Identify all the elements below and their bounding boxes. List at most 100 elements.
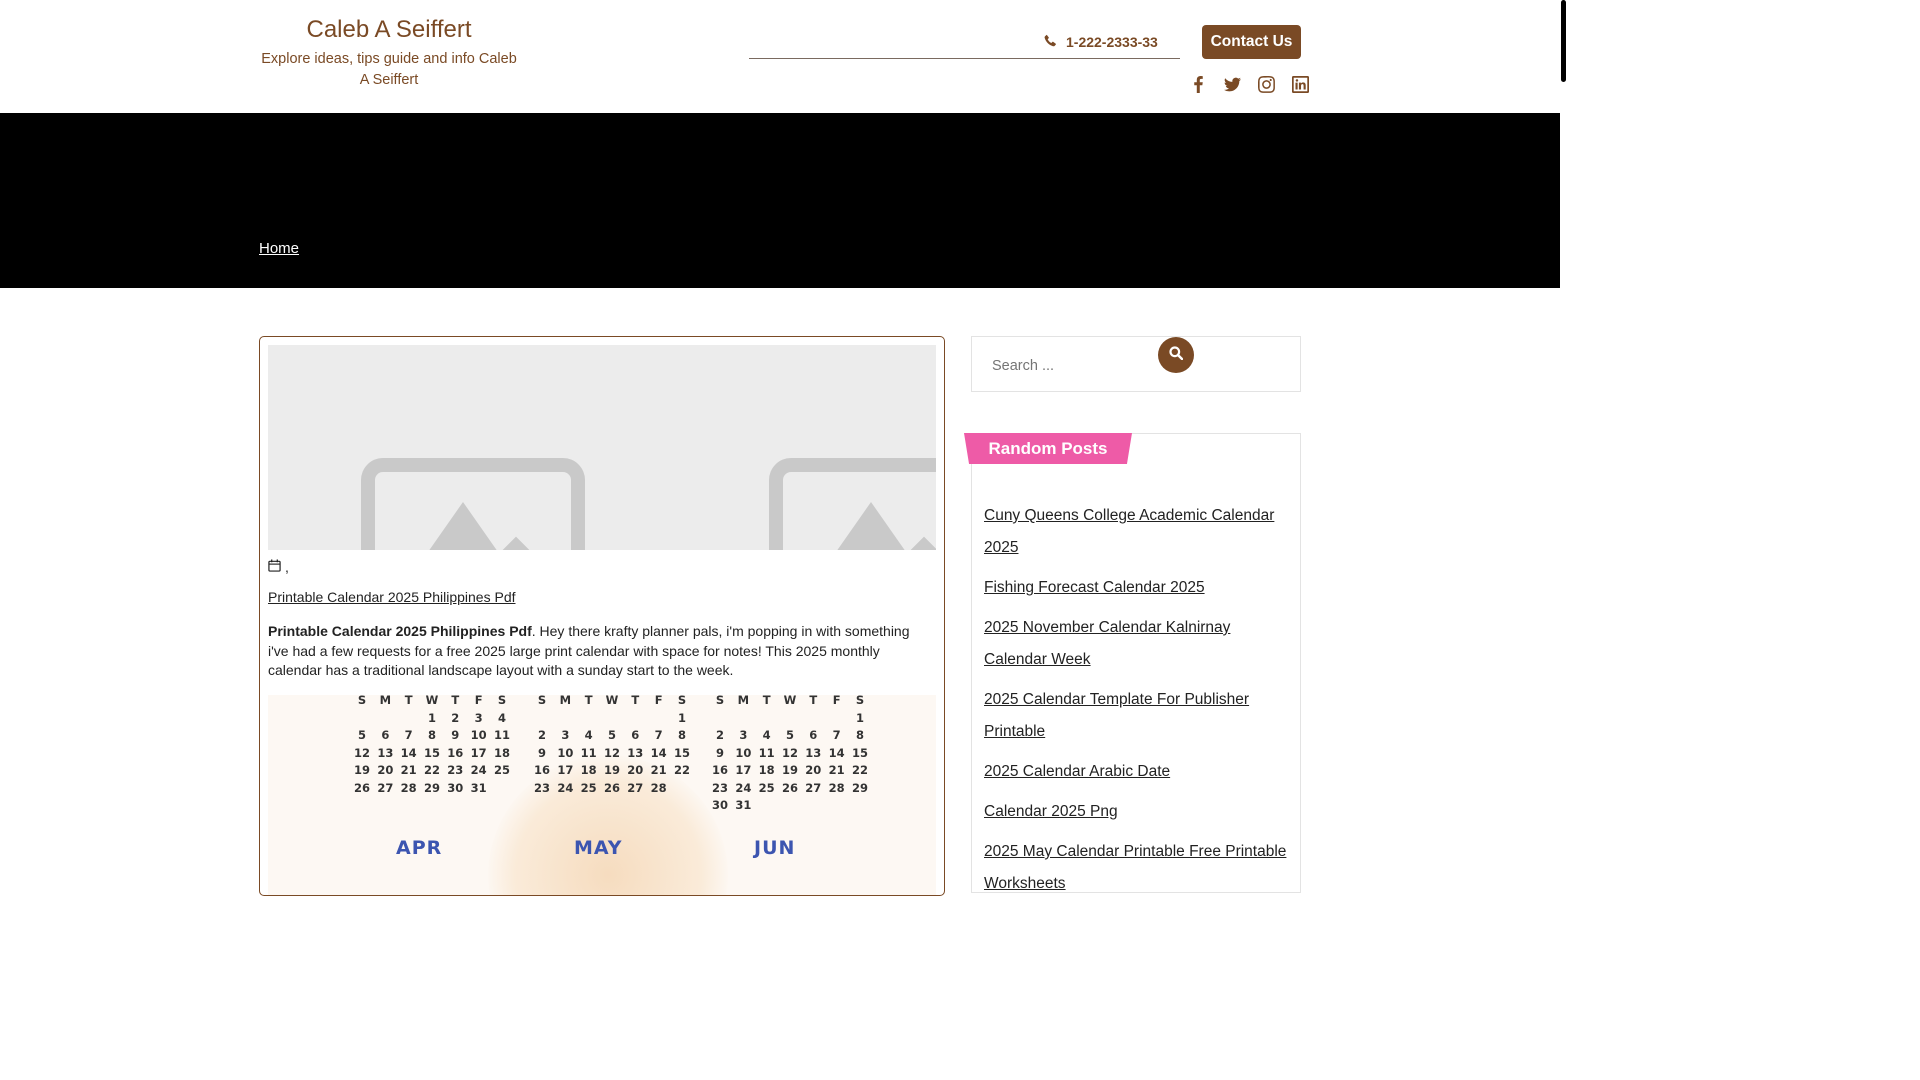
random-post-item[interactable]: Cuny Queens College Academic Calendar 20… (984, 500, 1289, 564)
day-cell: 24 (470, 763, 487, 777)
random-post-item[interactable]: 2025 Calendar Template For Publisher Pri… (984, 684, 1289, 748)
day-cell: 4 (584, 728, 593, 742)
day-cell (803, 798, 823, 816)
day-cell: 23 (711, 780, 728, 795)
weekday-cell: M (559, 695, 572, 707)
social-links (1190, 76, 1309, 93)
day-cell: 29 (423, 780, 440, 795)
site-tagline: Explore ideas, tips guide and info Caleb… (261, 51, 517, 88)
day-cell: 16 (447, 745, 464, 760)
search-input[interactable] (992, 358, 1152, 374)
nav-home-link[interactable]: Home (259, 240, 299, 257)
random-post-link[interactable]: 2025 May Calendar Printable Free Printab… (984, 843, 1286, 892)
day-cell: 26 (603, 780, 620, 795)
day-cell: 14 (650, 745, 667, 760)
day-cell: 27 (377, 780, 394, 795)
day-cell: 5 (607, 728, 616, 742)
day-cell: 7 (404, 728, 413, 742)
search-widget (971, 336, 1301, 392)
day-cell (710, 711, 730, 729)
site-header: Caleb A Seiffert Explore ideas, tips gui… (0, 0, 1560, 113)
day-cell: 25 (758, 780, 775, 795)
day-cell: 12 (603, 745, 620, 760)
day-cell: 16 (711, 763, 728, 777)
day-cell (555, 711, 575, 729)
random-post-item[interactable]: Fishing Forecast Calendar 2025 (984, 572, 1289, 604)
day-cell (827, 798, 847, 816)
day-cell: 23 (447, 763, 464, 777)
calendar-week-row: 5 6 7 8 9 10 11 (352, 728, 512, 746)
contact-us-button[interactable]: Contact Us (1202, 25, 1301, 59)
weekday-header: SMTWTFS (532, 695, 692, 711)
day-cell: 15 (423, 745, 440, 760)
day-cell: 26 (353, 780, 370, 795)
day-cell: 10 (470, 728, 487, 742)
phone-contact[interactable]: 1-222-2333-33 (1044, 34, 1158, 50)
excerpt-keyword: Printable Calendar 2025 Philippines Pdf (268, 623, 532, 639)
weekday-cell: S (855, 695, 865, 707)
calendar-image: S M T W T F S 1 2 3 4 5 6 7 8 9 10 11 12 13 14 15 16 17 18 19 20 21… (268, 695, 936, 895)
day-cell (803, 711, 823, 729)
random-post-link[interactable]: Fishing Forecast Calendar 2025 (984, 579, 1205, 596)
weekday-cell: W (605, 695, 619, 707)
day-cell: 25 (493, 763, 510, 777)
day-cell: 11 (493, 728, 510, 742)
twitter-icon[interactable] (1224, 76, 1241, 93)
day-cell: 29 (851, 780, 868, 795)
day-cell (399, 711, 419, 729)
post-title-link[interactable]: Printable Calendar 2025 Philippines Pdf (268, 589, 516, 605)
day-cell: 9 (715, 745, 724, 760)
calendar-week-row: 9 10 11 12 13 14 15 (532, 746, 692, 764)
random-post-link[interactable]: 2025 Calendar Template For Publisher Pri… (984, 691, 1249, 740)
day-cell: 27 (627, 780, 644, 795)
random-post-link[interactable]: 2025 November Calendar Kalnirnay Calenda… (984, 619, 1230, 668)
random-post-link[interactable]: Cuny Queens College Academic Calendar 20… (984, 507, 1274, 556)
day-cell: 16 (533, 763, 550, 777)
day-cell: 31 (470, 780, 487, 795)
day-cell: 12 (353, 745, 370, 760)
day-cell: 30 (711, 798, 728, 812)
day-cell: 21 (828, 763, 845, 777)
weekday-cell: S (357, 695, 367, 707)
random-post-item[interactable]: 2025 May Calendar Printable Free Printab… (984, 836, 1289, 900)
day-cell (827, 711, 847, 729)
weekday-cell: M (737, 695, 750, 707)
calendar-month-grid: S M T W T F S 1 2 3 4 5 6 7 8 9 10 11 12 13 14 15 16 17 18 19 20 21… (710, 695, 870, 816)
site-title[interactable]: Caleb A Seiffert (259, 16, 519, 44)
day-cell: 10 (557, 745, 574, 760)
day-cell: 9 (451, 728, 460, 742)
day-cell: 19 (781, 763, 798, 777)
image-placeholder-icon (769, 458, 936, 550)
random-post-item[interactable]: 2025 November Calendar Kalnirnay Calenda… (984, 612, 1289, 676)
random-post-link[interactable]: Calendar 2025 Png (984, 803, 1118, 820)
page-scrollbar[interactable] (1560, 0, 1568, 882)
instagram-icon[interactable] (1258, 76, 1275, 93)
day-cell: 21 (400, 763, 417, 777)
linkedin-icon[interactable] (1292, 76, 1309, 93)
day-cell: 8 (855, 728, 864, 742)
calendar-week-row: 2 345 678 (710, 728, 870, 746)
weekday-cell: W (425, 695, 439, 707)
post-excerpt: Printable Calendar 2025 Philippines Pdf.… (268, 622, 933, 681)
scrollbar-thumb[interactable] (1561, 0, 1566, 82)
day-cell: 17 (557, 763, 574, 777)
facebook-icon[interactable] (1190, 76, 1207, 93)
calendar-week-row: 1234 (352, 711, 512, 729)
day-cell: 17 (470, 745, 487, 760)
day-cell (602, 711, 622, 729)
day-cell (649, 711, 669, 729)
calendar-week-row: 19 20 21 22 23 24 25 (352, 763, 512, 781)
day-cell: 28 (400, 780, 417, 795)
day-cell (850, 798, 870, 816)
post-thumbnail-placeholder[interactable] (268, 345, 936, 550)
day-cell (532, 711, 552, 729)
weekday-header: SMTWTFS (710, 695, 870, 711)
search-button[interactable] (1158, 337, 1194, 373)
day-cell (780, 798, 800, 816)
random-post-item[interactable]: Calendar 2025 Png (984, 796, 1289, 828)
day-cell (492, 781, 512, 799)
random-post-link[interactable]: 2025 Calendar Arabic Date (984, 763, 1170, 780)
day-cell: 26 (781, 780, 798, 795)
random-post-item[interactable]: 2025 Calendar Arabic Date (984, 756, 1289, 788)
day-cell: 18 (493, 745, 510, 760)
